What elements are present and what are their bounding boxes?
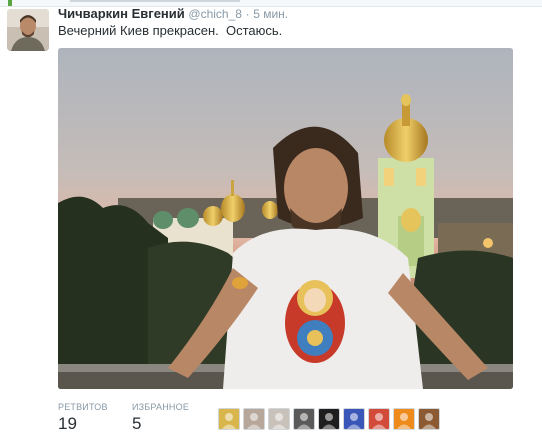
avatar-person-icon[interactable] [268, 408, 290, 430]
author-name[interactable]: Чичваркин Евгений [58, 6, 185, 21]
avatar-flag-icon[interactable] [343, 408, 365, 430]
avatar-tricolor-icon[interactable] [368, 408, 390, 430]
previous-tweet-text-edge [70, 0, 240, 2]
author-handle[interactable]: @chich_8 [188, 7, 242, 21]
author-avatar[interactable] [7, 9, 49, 51]
retweets-count: 19 [58, 414, 77, 433]
avatar-brown-icon[interactable] [418, 408, 440, 430]
favorites-label: ИЗБРАННОЕ [132, 402, 190, 412]
avatar-bw-icon[interactable] [293, 408, 315, 430]
tweet-text: Вечерний Киев прекрасен. Остаюсь. [58, 23, 283, 38]
retweets-label: РЕТВИТОВ [58, 402, 108, 412]
avatar-woman-icon[interactable] [243, 408, 265, 430]
avatar-cartoon-icon[interactable] [218, 408, 240, 430]
tweet-header: Чичваркин Евгений @chich_8 · 5 мин. [58, 6, 288, 22]
retweets-stat[interactable]: РЕТВИТОВ 19 [58, 402, 108, 434]
tweet-timestamp[interactable]: 5 мин. [253, 7, 288, 21]
avatar-orange-icon[interactable] [393, 408, 415, 430]
avatar-logo-icon[interactable] [318, 408, 340, 430]
favorites-stat[interactable]: ИЗБРАННОЕ 5 [132, 402, 189, 434]
favorites-count: 5 [132, 414, 142, 433]
conversation-line [8, 0, 12, 6]
tweet-photo[interactable] [58, 48, 513, 389]
separator-dot: · [245, 7, 250, 21]
